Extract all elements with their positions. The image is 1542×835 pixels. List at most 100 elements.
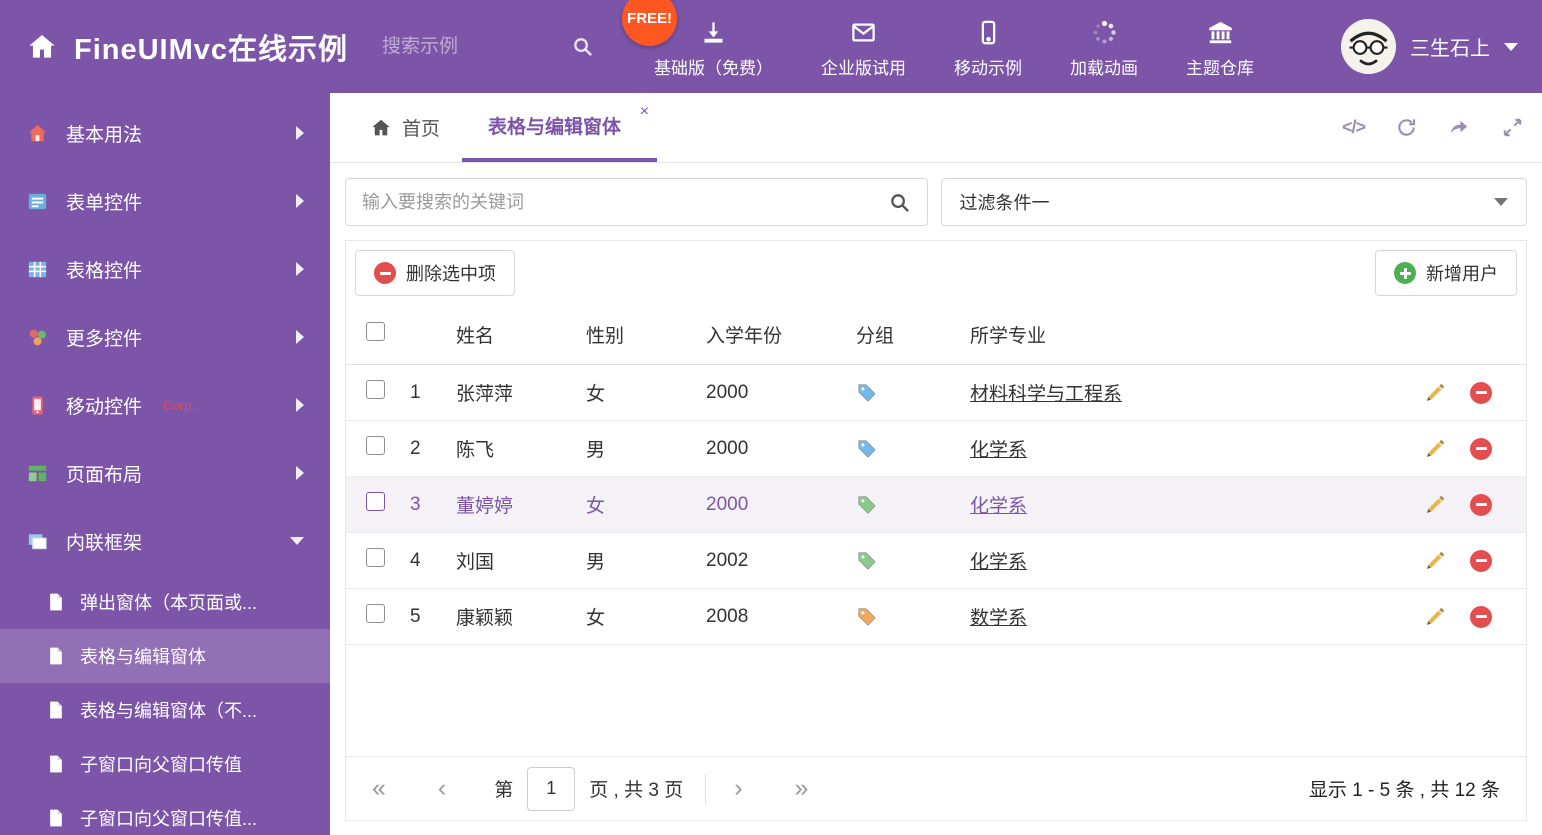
cell-year: 2000: [698, 364, 848, 421]
brand[interactable]: FineUIMvc在线示例: [26, 26, 348, 68]
sidebar-item-form[interactable]: 表单控件: [0, 167, 330, 235]
tab-grid-edit[interactable]: 表格与编辑窗体 ×: [462, 93, 658, 162]
col-gender: 性别: [578, 305, 698, 365]
free-badge: FREE!: [622, 0, 678, 46]
cell-year: 2000: [698, 476, 848, 533]
major-link[interactable]: 材料科学与工程系: [970, 384, 1122, 405]
nav-item-themes[interactable]: 主题仓库: [1186, 15, 1254, 79]
col-major: 所学专业: [962, 305, 1406, 365]
refresh-icon[interactable]: [1395, 116, 1418, 139]
cell-name: 康颖颖: [448, 588, 578, 645]
chevron-right-icon: [296, 330, 304, 344]
header-search-input[interactable]: [382, 35, 543, 58]
search-icon[interactable]: [888, 191, 911, 214]
sidebar-item-label: 更多控件: [66, 328, 143, 350]
nav-item-basic[interactable]: FREE! 基础版（免费）: [622, 0, 774, 79]
sidebar-item-basics[interactable]: 基本用法: [0, 99, 330, 167]
tab-bar: 首页 表格与编辑窗体 × </>: [330, 93, 1542, 163]
delete-icon[interactable]: [1470, 493, 1492, 516]
sidebar-item-label: 表格控件: [66, 260, 143, 282]
frames-icon: [28, 533, 47, 549]
delete-icon[interactable]: [1470, 605, 1492, 628]
cell-gender: 女: [578, 476, 698, 533]
page-number-input[interactable]: [527, 766, 576, 811]
minus-circle-icon: [374, 262, 396, 284]
cell-gender: 男: [578, 420, 698, 477]
sidebar-subitem-child-value-2[interactable]: 子窗口向父窗口传值...: [0, 791, 330, 835]
main-area: 首页 表格与编辑窗体 × </> 过滤条件一: [330, 93, 1542, 835]
nav-item-label: 基础版（免费）: [654, 58, 774, 78]
share-icon[interactable]: [1448, 116, 1471, 139]
row-checkbox[interactable]: [366, 436, 385, 455]
major-link[interactable]: 化学系: [970, 552, 1027, 573]
sidebar-item-label: 移动控件: [66, 396, 143, 418]
edit-icon[interactable]: [1424, 550, 1446, 572]
row-checkbox[interactable]: [366, 548, 385, 567]
download-icon: [704, 21, 723, 43]
caret-down-icon: [1494, 198, 1508, 206]
search-icon[interactable]: [571, 35, 594, 58]
home-icon: [372, 119, 390, 135]
nav-item-label: 移动示例: [954, 58, 1023, 78]
cell-year: 2008: [698, 588, 848, 645]
sidebar-subitem-label: 子窗口向父窗口传值...: [80, 809, 258, 829]
table-icon: [28, 261, 47, 277]
last-page-icon[interactable]: »: [795, 776, 809, 801]
add-user-button[interactable]: 新增用户: [1375, 250, 1517, 296]
filter-dropdown-value: 过滤条件一: [959, 193, 1050, 213]
layout-icon: [28, 465, 47, 481]
edit-icon[interactable]: [1424, 494, 1446, 516]
major-link[interactable]: 数学系: [970, 608, 1027, 629]
sidebar-subitem-child-value[interactable]: 子窗口向父窗口传值: [0, 737, 330, 791]
delete-icon[interactable]: [1470, 381, 1492, 404]
sidebar-subitem-grid-edit[interactable]: 表格与编辑窗体: [0, 629, 330, 683]
prev-page-icon[interactable]: ‹: [438, 776, 446, 801]
tab-tools: </>: [1342, 93, 1524, 162]
first-page-icon[interactable]: «: [372, 776, 386, 801]
nav-item-enterprise[interactable]: 企业版试用: [821, 15, 906, 79]
close-icon[interactable]: ×: [640, 103, 649, 121]
row-checkbox[interactable]: [366, 492, 385, 511]
plus-circle-icon: [1394, 262, 1416, 284]
filter-dropdown[interactable]: 过滤条件一: [940, 178, 1527, 226]
pagination-bar: « ‹ 第 页 , 共 3 页 › » 显示 1 - 5 条 , 共 12 条: [346, 756, 1526, 820]
chevron-right-icon: [296, 194, 304, 208]
select-all-checkbox[interactable]: [366, 322, 385, 341]
divider: [705, 773, 707, 804]
sidebar-subitem-grid-edit-2[interactable]: 表格与编辑窗体（不...: [0, 683, 330, 737]
major-link[interactable]: 化学系: [970, 440, 1027, 461]
keyword-search-input[interactable]: [362, 191, 878, 213]
delete-icon[interactable]: [1470, 437, 1492, 460]
cell-gender: 女: [578, 364, 698, 421]
row-number: 3: [402, 476, 448, 533]
sidebar-item-more[interactable]: 更多控件: [0, 303, 330, 371]
page-suffix-label: 页 , 共 3 页: [589, 780, 684, 801]
row-checkbox[interactable]: [366, 380, 385, 399]
sidebar-item-iframe[interactable]: 内联框架: [0, 507, 330, 575]
user-menu[interactable]: 三生石上: [1341, 19, 1518, 74]
sidebar-item-mobile[interactable]: 移动控件 Corp.: [0, 371, 330, 439]
widgets-icon: [29, 329, 46, 345]
tab-home[interactable]: 首页: [348, 93, 462, 162]
nav-item-loading[interactable]: 加载动画: [1070, 15, 1138, 79]
next-page-icon[interactable]: ›: [734, 776, 742, 801]
nav-item-mobile[interactable]: 移动示例: [954, 15, 1022, 79]
file-icon: [50, 701, 62, 719]
edit-icon[interactable]: [1424, 382, 1446, 404]
tag-icon: [856, 438, 954, 460]
sidebar-item-layout[interactable]: 页面布局: [0, 439, 330, 507]
delete-icon[interactable]: [1470, 549, 1492, 572]
major-link[interactable]: 化学系: [970, 496, 1027, 517]
code-icon[interactable]: </>: [1342, 117, 1366, 138]
sidebar-item-grid[interactable]: 表格控件: [0, 235, 330, 303]
tag-icon: [856, 550, 954, 572]
table-row: 2 陈飞 男 2000 化学系: [346, 420, 1526, 477]
edit-icon[interactable]: [1424, 606, 1446, 628]
delete-selected-button[interactable]: 删除选中项: [355, 250, 515, 296]
cell-year: 2000: [698, 420, 848, 477]
expand-icon[interactable]: [1501, 116, 1524, 139]
tab-label: 首页: [402, 119, 441, 140]
edit-icon[interactable]: [1424, 438, 1446, 460]
row-checkbox[interactable]: [366, 604, 385, 623]
sidebar-subitem-popup[interactable]: 弹出窗体（本页面或...: [0, 575, 330, 629]
